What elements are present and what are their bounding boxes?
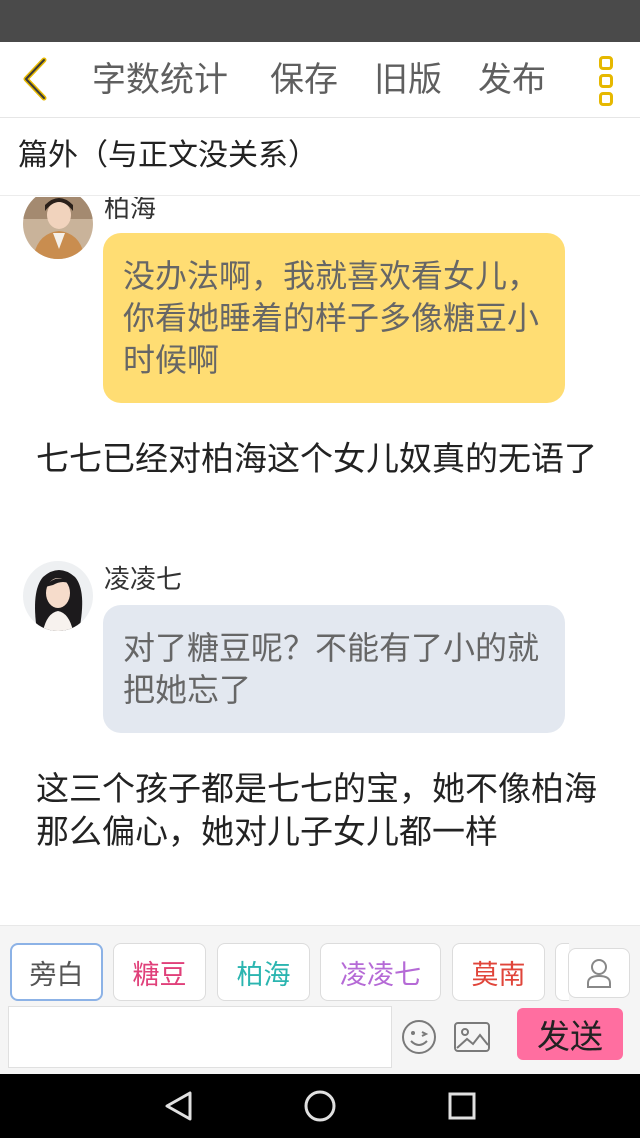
message-bubble[interactable]: 没办法啊，我就喜欢看女儿，你看她睡着的样子多像糖豆小时候啊 <box>103 233 565 403</box>
person-icon <box>587 959 611 988</box>
character-manage-button[interactable] <box>568 948 630 998</box>
chapter-title[interactable]: 篇外（与正文没关系） <box>18 135 318 177</box>
chat-content[interactable]: 柏海 没办法啊，我就喜欢看女儿，你看她睡着的样子多像糖豆小时候啊 七七已经对柏海… <box>0 197 640 925</box>
character-button-narrator[interactable]: 旁白 <box>10 943 103 1001</box>
avatar-bohai[interactable] <box>23 197 93 259</box>
nav-recents-button[interactable] <box>444 1088 480 1124</box>
message-bubble[interactable]: 对了糖豆呢？不能有了小的就把她忘了 <box>103 605 565 733</box>
character-button-monan[interactable]: 莫南 <box>452 943 545 1001</box>
system-nav-bar <box>0 1074 640 1138</box>
character-button-partial[interactable] <box>555 943 569 1001</box>
send-button[interactable]: 发送 <box>517 1008 623 1060</box>
speaker-name: 凌凌七 <box>104 565 183 595</box>
triangle-back-icon <box>165 1091 192 1121</box>
speaker-name: 柏海 <box>104 197 157 224</box>
emoji-button[interactable] <box>400 1018 438 1056</box>
word-count-button[interactable]: 字数统计 <box>92 57 228 103</box>
character-button-bohai[interactable]: 柏海 <box>217 943 310 1001</box>
character-button-linglingqi[interactable]: 凌凌七 <box>320 943 441 1001</box>
more-options-button[interactable] <box>586 54 626 108</box>
old-version-button[interactable]: 旧版 <box>374 57 442 103</box>
chevron-left-icon <box>23 57 47 101</box>
avatar-linglingqi[interactable] <box>23 561 93 631</box>
narration-text[interactable]: 这三个孩子都是七七的宝，她不像柏海那么偏心，她对儿子女儿都一样 <box>36 767 608 853</box>
status-bar <box>0 0 640 42</box>
square-recents-icon <box>448 1092 476 1120</box>
top-toolbar: 字数统计 保存 旧版 发布 <box>0 42 640 118</box>
narration-text[interactable]: 七七已经对柏海这个女儿奴真的无语了 <box>36 437 608 480</box>
image-icon <box>454 1022 490 1052</box>
composer-panel: 旁白 糖豆 柏海 凌凌七 莫南 发送 <box>0 925 640 1074</box>
save-button[interactable]: 保存 <box>270 57 338 103</box>
publish-button[interactable]: 发布 <box>478 57 546 103</box>
circle-home-icon <box>304 1090 336 1122</box>
smiley-icon <box>402 1020 436 1054</box>
message-input[interactable] <box>8 1006 392 1068</box>
nav-back-button[interactable] <box>160 1088 196 1124</box>
chapter-title-bar: 篇外（与正文没关系） <box>0 118 640 196</box>
image-button[interactable] <box>453 1020 491 1054</box>
character-button-tangdou[interactable]: 糖豆 <box>113 943 206 1001</box>
back-button[interactable] <box>10 54 60 104</box>
more-vertical-icon <box>599 56 613 70</box>
nav-home-button[interactable] <box>302 1088 338 1124</box>
